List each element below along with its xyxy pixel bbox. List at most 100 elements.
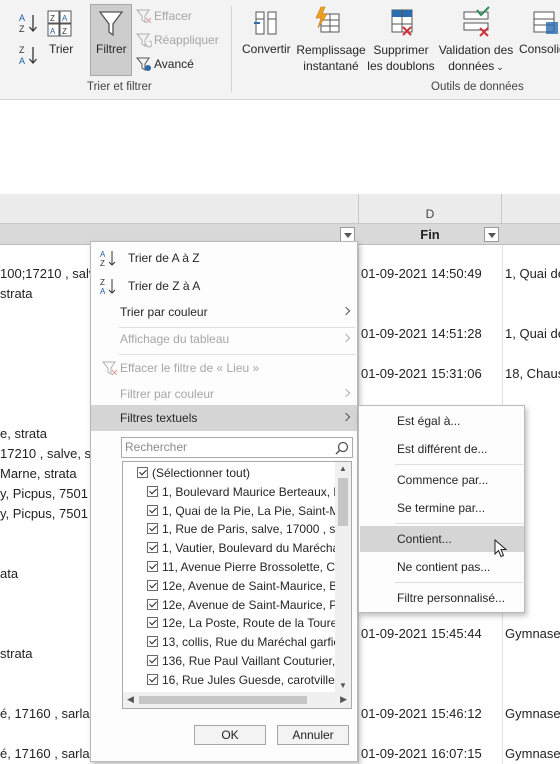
table-cell[interactable] <box>361 344 501 364</box>
table-cell[interactable] <box>361 724 501 744</box>
table-cell[interactable] <box>505 304 560 324</box>
table-cell[interactable]: é, 17160 , sarla <box>0 704 90 724</box>
table-cell[interactable]: strata <box>0 644 90 664</box>
table-cell[interactable]: Marne, strata <box>0 464 90 484</box>
table-cell[interactable] <box>361 644 501 664</box>
list-item[interactable]: 16, Rue Jules Guesde, carotville, 1 <box>123 670 335 690</box>
table-cell[interactable] <box>0 324 90 344</box>
convert-button[interactable]: Convertir <box>242 42 291 56</box>
begins-with-item[interactable]: Commence par... <box>360 467 524 493</box>
ok-button[interactable]: OK <box>194 725 266 745</box>
checkbox[interactable] <box>147 655 158 666</box>
table-cell[interactable] <box>505 684 560 704</box>
checkbox[interactable] <box>147 617 158 629</box>
table-cell[interactable] <box>361 384 501 404</box>
checkbox[interactable] <box>147 561 158 572</box>
consolidate-button[interactable]: Consolid <box>519 42 560 56</box>
table-cell[interactable] <box>0 624 90 644</box>
table-cell[interactable] <box>0 724 90 744</box>
text-to-columns-icon[interactable] <box>252 8 282 38</box>
search-input[interactable]: Rechercher <box>121 437 353 458</box>
list-item[interactable]: 12e, La Poste, Route de la Tourelle <box>123 613 335 633</box>
advanced-button[interactable]: Avancé <box>154 57 194 71</box>
advanced-filter-icon[interactable] <box>136 56 152 72</box>
scroll-left-icon[interactable]: ◀ <box>127 694 134 705</box>
table-cell[interactable] <box>505 284 560 304</box>
scroll-right-icon[interactable]: ▶ <box>340 694 347 705</box>
list-item[interactable]: 1, Quai de la Pie, La Pie, Saint-Ma <box>123 501 335 521</box>
table-cell[interactable]: 1, Quai de <box>505 324 560 344</box>
column-header-d[interactable]: D <box>358 194 502 224</box>
ends-with-item[interactable]: Se termine par... <box>360 495 524 521</box>
list-item[interactable]: 12e, Avenue de Saint-Maurice, Pi <box>123 595 335 615</box>
table-cell[interactable] <box>0 524 90 544</box>
list-item[interactable]: 1, Boulevard Maurice Berteaux, Le <box>123 482 335 502</box>
text-filters-item[interactable]: Filtres textuels <box>91 405 357 431</box>
checkbox[interactable] <box>147 673 158 685</box>
checkbox[interactable] <box>147 523 158 535</box>
cancel-button[interactable]: Annuler <box>277 725 349 745</box>
lieu-filter-dropdown-button[interactable] <box>340 227 355 242</box>
table-cell[interactable] <box>0 364 90 384</box>
table-cell[interactable] <box>361 664 501 684</box>
table-cell[interactable]: Gymnase <box>505 624 560 644</box>
table-cell[interactable]: 01-09-2021 16:07:15 <box>361 744 501 764</box>
vertical-scroll-thumb[interactable] <box>338 478 348 526</box>
horizontal-scroll-thumb[interactable] <box>139 696 307 704</box>
table-cell[interactable] <box>0 664 90 684</box>
table-cell[interactable] <box>0 584 90 604</box>
table-cell[interactable] <box>0 604 90 624</box>
not-equals-item[interactable]: Est différent de... <box>360 436 524 462</box>
table-cell[interactable] <box>0 344 90 364</box>
table-cell[interactable]: Gymnase <box>505 704 560 724</box>
list-item[interactable]: 136, Rue Paul Vaillant Couturier, c <box>123 651 335 671</box>
scroll-up-icon[interactable]: ▲ <box>339 464 347 473</box>
table-cell[interactable]: 01-09-2021 14:51:28 <box>361 324 501 344</box>
sort-by-color-item[interactable]: Trier par couleur <box>91 299 357 325</box>
table-cell[interactable] <box>0 404 90 424</box>
table-cell[interactable] <box>361 304 501 324</box>
sort-z-to-a-item[interactable]: Z A Trier de Z à A <box>91 273 357 299</box>
custom-filter-item[interactable]: Filtre personnalisé... <box>360 585 524 611</box>
remove-duplicates-icon[interactable] <box>388 6 418 38</box>
list-item[interactable]: 12e, Avenue de Saint-Maurice, Be <box>123 576 335 596</box>
checkbox[interactable] <box>147 636 158 648</box>
checkbox[interactable] <box>147 504 158 516</box>
table-cell[interactable] <box>0 304 90 324</box>
checkbox[interactable] <box>147 542 158 554</box>
sort-dialog-icon[interactable]: Z A A Z <box>47 10 73 38</box>
table-cell[interactable] <box>505 644 560 664</box>
table-cell[interactable] <box>0 544 90 564</box>
list-item[interactable]: 1, Vautier, Boulevard du Marécha <box>123 538 335 558</box>
table-cell[interactable]: 17210 , salve, st <box>0 444 90 464</box>
flash-fill-button[interactable]: Remplissage instantané <box>296 42 366 74</box>
table-cell[interactable]: 100;17210 , salv <box>0 264 90 284</box>
checkbox[interactable] <box>147 485 158 497</box>
table-cell[interactable] <box>0 384 90 404</box>
table-cell[interactable] <box>361 284 501 304</box>
table-cell[interactable] <box>505 724 560 744</box>
checkbox[interactable] <box>147 598 158 610</box>
table-cell[interactable]: 01-09-2021 15:45:44 <box>361 624 501 644</box>
flash-fill-icon[interactable] <box>313 6 343 36</box>
sort-a-to-z-icon[interactable]: A Z <box>18 12 40 34</box>
table-cell[interactable] <box>505 384 560 404</box>
data-validation-button[interactable]: Validation des données ⌄ <box>436 42 516 75</box>
table-cell[interactable]: 1, Quai de <box>505 264 560 284</box>
table-cell[interactable]: ata <box>0 564 90 584</box>
table-cell[interactable]: strata <box>0 284 90 304</box>
list-item[interactable]: 1, Rue de Paris, salve, 17000 , salv <box>123 519 335 539</box>
table-cell[interactable]: 01-09-2021 15:46:12 <box>361 704 501 724</box>
list-item[interactable]: 11, Avenue Pierre Brossolette, Cer <box>123 557 335 577</box>
table-cell[interactable] <box>505 664 560 684</box>
equals-item[interactable]: Est égal à... <box>360 408 524 434</box>
sort-a-to-z-item[interactable]: A Z Trier de A à Z <box>91 245 357 271</box>
sort-z-to-a-icon[interactable]: Z A <box>18 44 40 66</box>
table-cell[interactable]: é, 17160 , sarla <box>0 744 90 764</box>
list-item[interactable]: (Sélectionner tout) <box>123 463 335 483</box>
table-cell[interactable]: 01-09-2021 15:31:06 <box>361 364 501 384</box>
checkbox[interactable] <box>137 467 148 478</box>
table-cell[interactable]: Gymnase <box>505 744 560 764</box>
table-cell[interactable]: 01-09-2021 14:50:49 <box>361 264 501 284</box>
fin-filter-dropdown-button[interactable] <box>484 227 499 242</box>
